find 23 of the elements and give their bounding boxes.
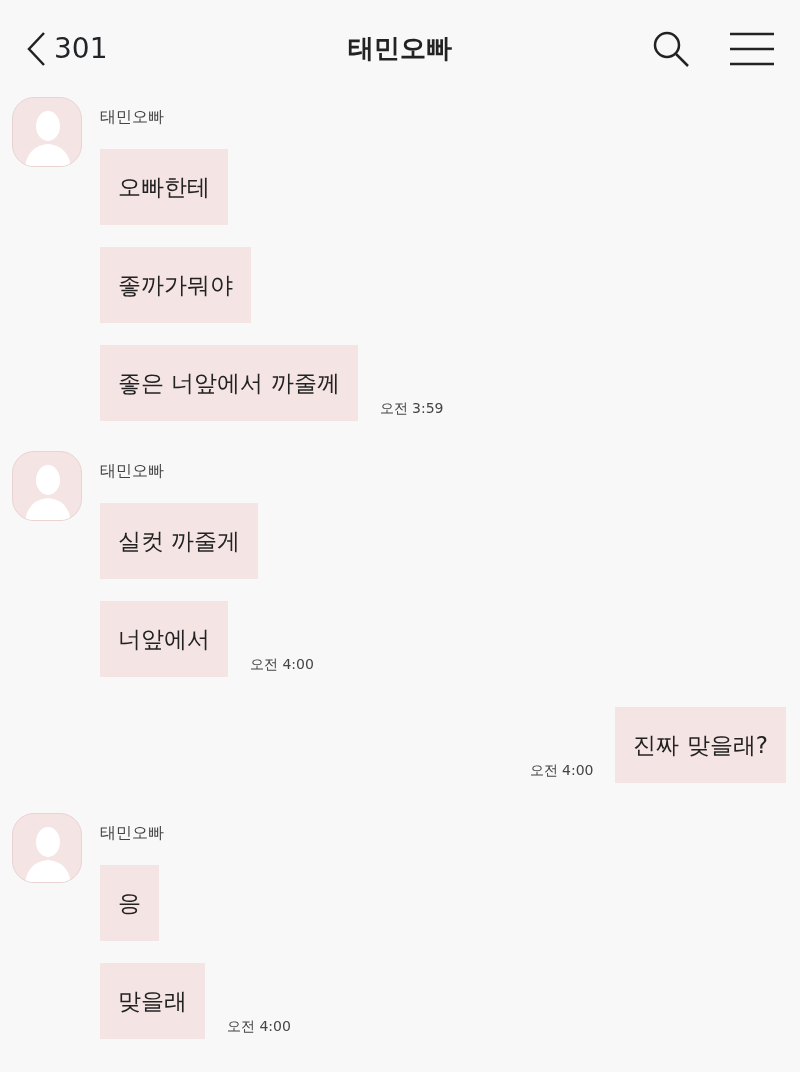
message-bubble: 진짜 맞을래? xyxy=(615,707,786,783)
back-button[interactable]: 301 xyxy=(26,27,108,70)
chat-title: 태민오빠 xyxy=(348,33,452,63)
search-icon[interactable] xyxy=(652,29,690,68)
sender-name: 태민오빠 xyxy=(100,822,165,844)
message-bubble: 좋은 너앞에서 까줄께 xyxy=(100,345,358,421)
message-bubble: 실컷 까줄게 xyxy=(100,503,259,579)
message-bubble: 맞을래 xyxy=(100,963,205,1039)
message-time: 오전 4:00 xyxy=(529,761,594,780)
back-icon xyxy=(26,30,46,67)
sender-name: 태민오빠 xyxy=(100,106,165,128)
avatar-icon xyxy=(12,451,82,521)
message-time: 오전 4:00 xyxy=(250,655,314,674)
message-bubble: 오빠한테 xyxy=(100,149,228,225)
message-bubble: 좋까가뭐야 xyxy=(100,247,251,323)
message-bubble: 응 xyxy=(100,865,159,941)
avatar-icon xyxy=(12,97,82,167)
sender-name: 태민오빠 xyxy=(100,460,165,482)
avatar-icon xyxy=(12,813,82,883)
message-bubble: 너앞에서 xyxy=(100,601,228,677)
message-time: 오전 3:59 xyxy=(379,399,444,418)
message-time: 오전 4:00 xyxy=(227,1017,291,1036)
menu-icon[interactable] xyxy=(730,31,774,66)
